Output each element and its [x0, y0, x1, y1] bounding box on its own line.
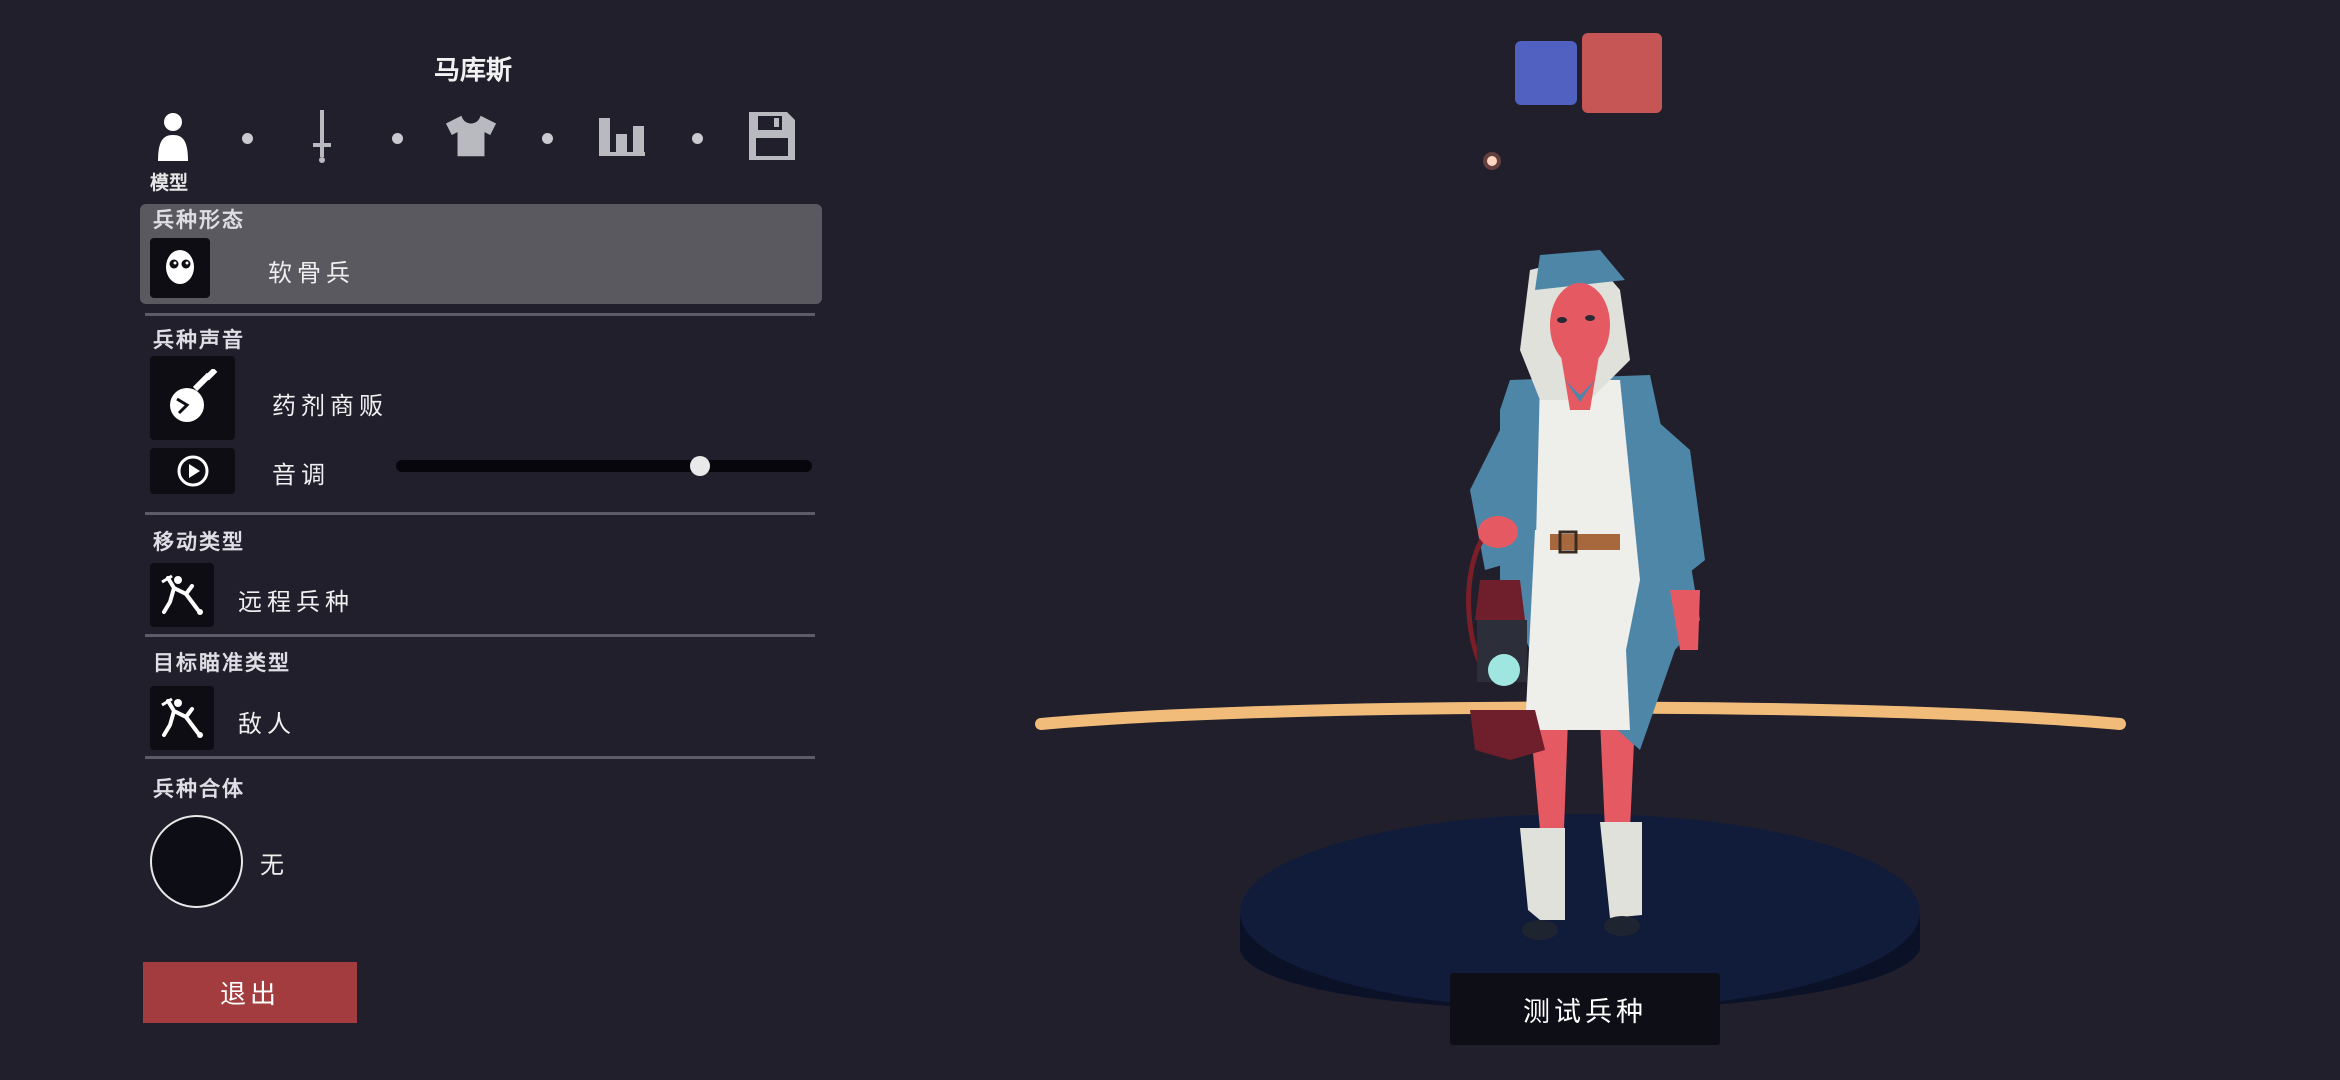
section-divider — [145, 512, 815, 515]
target-enemy-icon — [161, 697, 203, 738]
section-divider — [145, 634, 815, 637]
team-color-red-swatch[interactable] — [1582, 33, 1662, 113]
form-select-button[interactable] — [150, 238, 210, 298]
combo-section-label: 兵种合体 — [153, 777, 245, 801]
potion-flask-icon — [169, 369, 217, 422]
pitch-slider-track[interactable] — [396, 460, 812, 472]
skull-face-icon — [166, 250, 194, 284]
movement-section-label: 移动类型 — [153, 530, 245, 554]
voice-section-label: 兵种声音 — [153, 328, 245, 352]
test-unit-button[interactable]: 测试兵种 — [1450, 973, 1720, 1045]
step-separator — [542, 133, 553, 144]
step-save-button[interactable] — [746, 108, 798, 164]
person-icon — [158, 113, 188, 161]
step-clothing-button[interactable] — [445, 108, 497, 164]
step-model-button[interactable] — [147, 108, 199, 164]
step-separator — [242, 133, 253, 144]
section-divider — [145, 313, 815, 316]
movement-value: 远程兵种 — [238, 588, 354, 616]
voice-select-button[interactable] — [150, 356, 235, 440]
ranged-unit-icon — [161, 574, 203, 615]
voice-play-button[interactable] — [150, 448, 235, 494]
unit-name-title: 马库斯 — [433, 56, 512, 86]
voice-value: 药剂商贩 — [272, 392, 388, 420]
play-icon — [177, 455, 208, 487]
targeting-section-label: 目标瞄准类型 — [153, 651, 291, 675]
sword-icon — [313, 110, 331, 163]
pitch-slider-thumb[interactable] — [689, 456, 710, 476]
section-divider — [145, 756, 815, 759]
step-model-label: 模型 — [150, 172, 189, 194]
step-stats-button[interactable] — [596, 108, 648, 164]
movement-select-button[interactable] — [150, 563, 214, 627]
exit-button[interactable]: 退出 — [143, 962, 357, 1023]
combo-value: 无 — [260, 851, 289, 879]
combo-unit-slot[interactable] — [150, 815, 243, 908]
pitch-label: 音调 — [272, 461, 330, 489]
form-section-label: 兵种形态 — [153, 208, 245, 232]
step-weapon-button[interactable] — [296, 108, 348, 164]
targeting-select-button[interactable] — [150, 686, 214, 750]
targeting-value: 敌人 — [238, 710, 296, 738]
shirt-icon — [445, 115, 497, 157]
step-separator — [692, 133, 703, 144]
step-separator — [392, 133, 403, 144]
bar-chart-icon — [599, 118, 645, 156]
character-preview[interactable] — [1030, 150, 2130, 1070]
save-icon — [749, 112, 795, 160]
form-value: 软骨兵 — [268, 259, 355, 287]
team-color-blue-swatch[interactable] — [1515, 41, 1577, 105]
